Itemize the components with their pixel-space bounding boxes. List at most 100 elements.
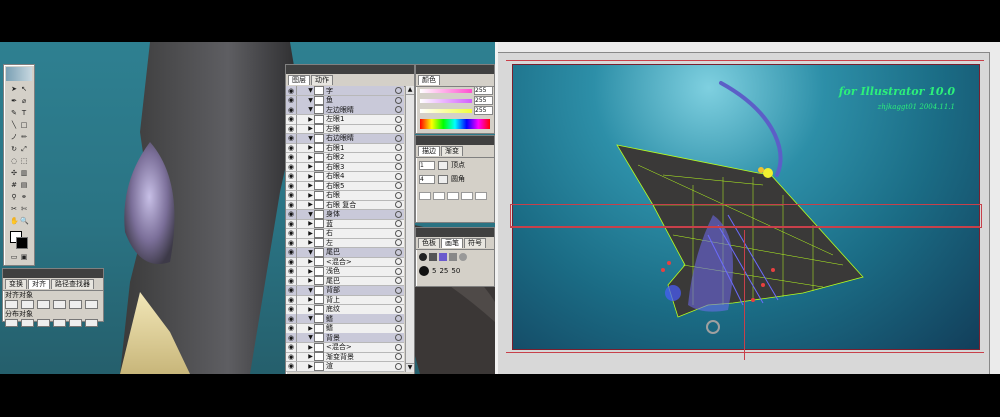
expand-triangle-icon[interactable]: ▼ (307, 249, 314, 256)
dash-field[interactable] (419, 192, 431, 200)
brush-dot-icon[interactable] (419, 266, 429, 276)
brush-swatch[interactable] (429, 253, 437, 261)
warp-tool-icon[interactable]: ◌ (10, 157, 18, 165)
lock-toggle[interactable] (296, 352, 307, 361)
expand-triangle-icon[interactable]: ▶ (307, 116, 314, 123)
target-circle-icon[interactable] (395, 239, 402, 246)
lock-toggle[interactable] (296, 314, 307, 323)
expand-triangle-icon[interactable]: ▶ (307, 144, 314, 151)
expand-triangle-icon[interactable]: ▶ (307, 239, 314, 246)
color-slider-g[interactable] (420, 99, 472, 103)
expand-triangle-icon[interactable]: ▶ (307, 353, 314, 360)
tab-stroke[interactable]: 描边 (418, 146, 440, 156)
brush-tool-icon[interactable]: ノ (10, 133, 18, 141)
tab-align[interactable]: 对齐 (28, 279, 50, 289)
visibility-eye-icon[interactable]: ◉ (286, 191, 296, 199)
expand-triangle-icon[interactable]: ▶ (307, 277, 314, 284)
color-value-r[interactable]: 255 (474, 86, 493, 95)
expand-triangle-icon[interactable]: ▶ (307, 325, 314, 332)
target-circle-icon[interactable] (395, 191, 402, 199)
target-circle-icon[interactable] (395, 305, 402, 313)
lock-toggle[interactable] (296, 266, 307, 276)
text-tool-icon[interactable]: T (20, 109, 28, 117)
align-hcenter-button[interactable] (21, 300, 34, 309)
visibility-eye-icon[interactable]: ◉ (286, 277, 296, 285)
align-left-button[interactable] (5, 300, 18, 309)
visibility-eye-icon[interactable]: ◉ (286, 153, 296, 161)
hand-tool-icon[interactable]: ✋ (10, 217, 19, 225)
visibility-eye-icon[interactable]: ◉ (286, 106, 296, 114)
distribute-vcenter-button[interactable] (21, 319, 34, 327)
visibility-eye-icon[interactable]: ◉ (286, 134, 296, 142)
expand-triangle-icon[interactable]: ▶ (307, 201, 314, 208)
visibility-eye-icon[interactable]: ◉ (286, 144, 296, 152)
visibility-eye-icon[interactable]: ◉ (286, 258, 296, 266)
layers-panel-titlebar[interactable] (286, 65, 414, 74)
lock-toggle[interactable] (296, 295, 307, 304)
expand-triangle-icon[interactable]: ▼ (307, 97, 314, 104)
align-right-button[interactable] (37, 300, 50, 309)
target-circle-icon[interactable] (395, 267, 402, 275)
distribute-right-button[interactable] (85, 319, 98, 327)
distribute-top-button[interactable] (5, 319, 18, 327)
visibility-eye-icon[interactable]: ◉ (286, 315, 296, 323)
lasso-tool-icon[interactable]: ⌀ (20, 97, 28, 105)
lock-toggle[interactable] (296, 333, 307, 342)
screen-mode-icon[interactable]: ▭ (10, 253, 18, 261)
visibility-eye-icon[interactable]: ◉ (286, 115, 296, 123)
lock-toggle[interactable] (296, 285, 307, 295)
target-circle-icon[interactable] (395, 258, 402, 265)
target-circle-icon[interactable] (395, 277, 402, 284)
lock-toggle[interactable] (296, 152, 307, 162)
tab-symbols[interactable]: 符号 (464, 238, 486, 248)
expand-triangle-icon[interactable]: ▶ (307, 363, 314, 370)
align-bottom-button[interactable] (85, 300, 98, 309)
tab-brushes[interactable]: 画笔 (441, 238, 463, 248)
lock-toggle[interactable] (296, 86, 307, 95)
layer-row[interactable]: ◉ ▶ 渲 (286, 361, 404, 372)
target-circle-icon[interactable] (395, 334, 402, 341)
symbol-tool-icon[interactable]: ✣ (10, 169, 18, 177)
pen-tool-icon[interactable]: ✒ (10, 97, 18, 105)
type-tool-icon[interactable]: ✎ (10, 109, 18, 117)
visibility-eye-icon[interactable]: ◉ (286, 324, 296, 332)
lock-toggle[interactable] (296, 143, 307, 152)
target-circle-icon[interactable] (395, 343, 402, 351)
visibility-eye-icon[interactable]: ◉ (286, 296, 296, 304)
expand-triangle-icon[interactable]: ▼ (307, 87, 314, 94)
visibility-eye-icon[interactable]: ◉ (286, 96, 296, 104)
lock-toggle[interactable] (296, 190, 307, 200)
align-panel-titlebar[interactable] (3, 269, 103, 278)
stroke-round-icon[interactable] (438, 174, 448, 184)
visibility-eye-icon[interactable]: ◉ (286, 248, 296, 256)
lock-toggle[interactable] (296, 247, 307, 257)
visibility-eye-icon[interactable]: ◉ (286, 305, 296, 313)
expand-triangle-icon[interactable]: ▶ (307, 268, 314, 275)
visibility-eye-icon[interactable]: ◉ (286, 239, 296, 247)
lock-toggle[interactable] (296, 181, 307, 190)
expand-triangle-icon[interactable]: ▶ (307, 192, 314, 199)
target-circle-icon[interactable] (395, 315, 402, 322)
visibility-eye-icon[interactable]: ◉ (286, 210, 296, 218)
tab-layers[interactable]: 图层 (288, 75, 310, 85)
color-value-b[interactable]: 255 (474, 106, 493, 115)
distribute-bottom-button[interactable] (37, 319, 50, 327)
layers-scrollbar[interactable]: ▲ ▼ (405, 86, 414, 372)
visibility-eye-icon[interactable]: ◉ (286, 267, 296, 275)
eyedropper-tool-icon[interactable]: ⚲ (10, 193, 18, 201)
right-artboard-view[interactable]: for Illustrator 10.0 zhjkaggt01 2004.11.… (498, 42, 1000, 374)
align-top-button[interactable] (53, 300, 66, 309)
rotate-tool-icon[interactable]: ↻ (10, 145, 18, 153)
visibility-eye-icon[interactable]: ◉ (286, 229, 296, 237)
lock-toggle[interactable] (296, 323, 307, 333)
visibility-eye-icon[interactable]: ◉ (286, 353, 296, 361)
visibility-eye-icon[interactable]: ◉ (286, 172, 296, 180)
align-vcenter-button[interactable] (69, 300, 82, 309)
dash-field[interactable] (475, 192, 487, 200)
gap-field[interactable] (461, 192, 473, 200)
target-circle-icon[interactable] (395, 201, 402, 208)
scale-tool-icon[interactable]: ⤢ (20, 145, 28, 153)
expand-triangle-icon[interactable]: ▼ (307, 334, 314, 341)
tab-gradient[interactable]: 渐变 (441, 146, 463, 156)
expand-triangle-icon[interactable]: ▼ (307, 315, 314, 322)
